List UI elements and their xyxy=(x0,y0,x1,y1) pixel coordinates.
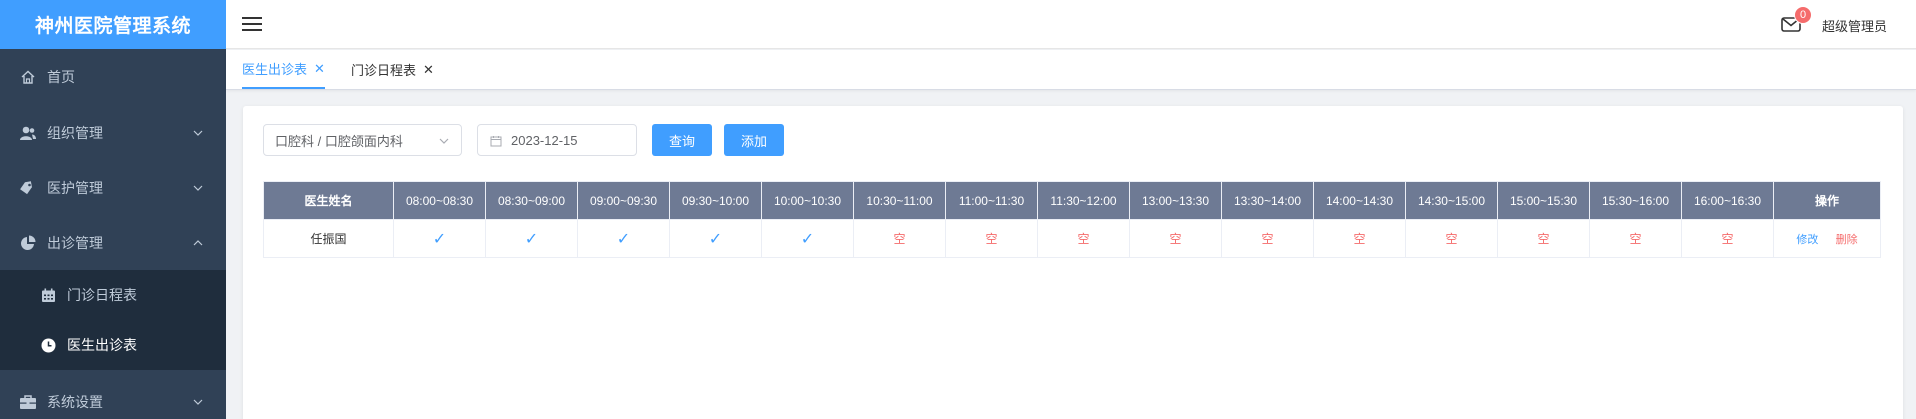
actions-cell: 修改 删除 xyxy=(1773,219,1881,258)
chevron-up-icon xyxy=(192,237,204,249)
column-header: 11:00~11:30 xyxy=(945,181,1038,220)
slot-cell: 空 xyxy=(1497,219,1590,258)
column-header: 10:30~11:00 xyxy=(853,181,946,220)
column-header: 09:00~09:30 xyxy=(577,181,670,220)
chevron-down-icon xyxy=(192,182,204,194)
schedule-table: 医生姓名 08:00~08:30 08:30~09:00 09:00~09:30… xyxy=(263,181,1881,258)
column-header: 16:00~16:30 xyxy=(1681,181,1774,220)
slot-cell: ✓ xyxy=(761,219,854,258)
column-header: 09:30~10:00 xyxy=(669,181,762,220)
slot-cell: 空 xyxy=(853,219,946,258)
column-header: 操作 xyxy=(1773,181,1881,220)
column-header: 13:00~13:30 xyxy=(1129,181,1222,220)
column-header: 10:00~10:30 xyxy=(761,181,854,220)
add-button[interactable]: 添加 xyxy=(724,124,784,156)
sidebar-item-organization[interactable]: 组织管理 xyxy=(0,105,226,160)
sidebar-item-label: 首页 xyxy=(47,68,75,85)
doctor-name: 任振国 xyxy=(263,219,394,258)
delete-link[interactable]: 删除 xyxy=(1836,234,1858,246)
calendar-icon xyxy=(490,135,502,147)
column-header: 15:30~16:00 xyxy=(1589,181,1682,220)
users-icon xyxy=(19,124,37,142)
slot-cell: 空 xyxy=(1037,219,1130,258)
top-header: 0 超级管理员 xyxy=(226,0,1916,49)
column-header: 14:30~15:00 xyxy=(1405,181,1498,220)
sidebar-item-label: 医生出诊表 xyxy=(67,337,137,353)
slot-cell: ✓ xyxy=(577,219,670,258)
department-select-value: 口腔科 / 口腔颌面内科 xyxy=(275,133,403,149)
edit-link[interactable]: 修改 xyxy=(1796,234,1818,246)
tab-label: 医生出诊表 xyxy=(242,62,308,77)
slot-cell: 空 xyxy=(1129,219,1222,258)
visit-management-submenu: 门诊日程表 医生出诊表 xyxy=(0,270,226,370)
date-value: 2023-12-15 xyxy=(511,133,578,148)
sidebar-item-medical-staff[interactable]: 医护管理 xyxy=(0,160,226,215)
slot-cell: 空 xyxy=(945,219,1038,258)
chevron-down-icon xyxy=(192,127,204,139)
slot-cell: 空 xyxy=(1313,219,1406,258)
sidebar-item-doctor-schedule[interactable]: 医生出诊表 xyxy=(0,320,226,370)
tag-icon xyxy=(19,179,37,197)
home-icon xyxy=(19,68,37,86)
app-logo-title: 神州医院管理系统 xyxy=(0,0,226,49)
column-header: 医生姓名 xyxy=(263,181,394,220)
slot-cell: ✓ xyxy=(669,219,762,258)
sidebar-item-label: 门诊日程表 xyxy=(67,287,137,303)
slot-cell: 空 xyxy=(1221,219,1314,258)
briefcase-icon xyxy=(19,393,37,411)
sidebar-item-system-settings[interactable]: 系统设置 xyxy=(0,374,226,419)
slot-cell: 空 xyxy=(1589,219,1682,258)
calendar-icon xyxy=(40,287,56,303)
sidebar-item-label: 系统设置 xyxy=(47,393,103,410)
tab-doctor-schedule[interactable]: 医生出诊表 ✕ xyxy=(242,50,325,89)
sidebar-item-label: 组织管理 xyxy=(47,124,103,141)
column-header: 15:00~15:30 xyxy=(1497,181,1590,220)
clock-icon xyxy=(40,337,56,353)
table-header-row: 医生姓名 08:00~08:30 08:30~09:00 09:00~09:30… xyxy=(263,181,1881,220)
sidebar-item-visit-management[interactable]: 出诊管理 xyxy=(0,215,226,270)
hamburger-icon[interactable] xyxy=(242,14,262,34)
close-icon[interactable]: ✕ xyxy=(423,63,434,76)
chevron-down-icon xyxy=(438,135,450,147)
slot-cell: ✓ xyxy=(485,219,578,258)
sidebar-item-home[interactable]: 首页 xyxy=(0,49,226,104)
query-button[interactable]: 查询 xyxy=(652,124,712,156)
user-name[interactable]: 超级管理员 xyxy=(1822,16,1887,35)
notification-badge: 0 xyxy=(1794,6,1812,24)
main-card: 口腔科 / 口腔颌面内科 2023-12-15 查询 添加 医生姓名 08:00… xyxy=(243,106,1903,419)
date-picker[interactable]: 2023-12-15 xyxy=(477,124,637,156)
column-header: 08:30~09:00 xyxy=(485,181,578,220)
column-header: 14:00~14:30 xyxy=(1313,181,1406,220)
department-select[interactable]: 口腔科 / 口腔颌面内科 xyxy=(263,124,462,156)
slot-cell: 空 xyxy=(1405,219,1498,258)
tabs-bar: 医生出诊表 ✕ 门诊日程表 ✕ xyxy=(226,50,1916,90)
table-row: 任振国 ✓ ✓ ✓ ✓ ✓ 空 空 空 空 空 空 空 空 空 空 修改 删除 xyxy=(263,219,1881,258)
column-header: 13:30~14:00 xyxy=(1221,181,1314,220)
slot-cell: 空 xyxy=(1681,219,1774,258)
tab-clinic-schedule[interactable]: 门诊日程表 ✕ xyxy=(351,50,434,89)
sidebar: 神州医院管理系统 首页 组织管理 医护管理 出诊管理 门诊日程表 医生出诊表 系… xyxy=(0,0,226,419)
sidebar-item-label: 出诊管理 xyxy=(47,234,103,251)
chevron-down-icon xyxy=(192,396,204,408)
slot-cell: ✓ xyxy=(393,219,486,258)
column-header: 08:00~08:30 xyxy=(393,181,486,220)
column-header: 11:30~12:00 xyxy=(1037,181,1130,220)
sidebar-item-clinic-schedule[interactable]: 门诊日程表 xyxy=(0,270,226,320)
tab-label: 门诊日程表 xyxy=(351,63,417,78)
close-icon[interactable]: ✕ xyxy=(314,62,325,75)
pie-chart-icon xyxy=(19,234,37,252)
sidebar-item-label: 医护管理 xyxy=(47,179,103,196)
